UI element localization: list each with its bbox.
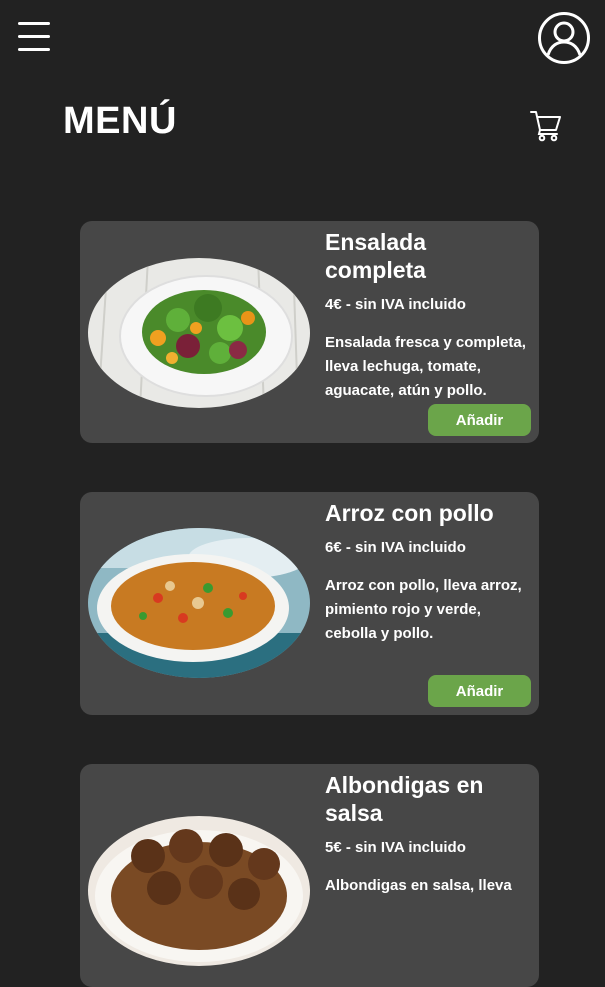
dish-price: 5€ - sin IVA incluido [325, 839, 466, 856]
hamburger-icon[interactable] [18, 22, 50, 54]
dish-card: Arroz con pollo 6€ - sin IVA incluido Ar… [80, 492, 539, 715]
add-button[interactable]: Añadir [428, 404, 531, 436]
meatballs-image [88, 816, 310, 966]
page-title: MENÚ [63, 100, 177, 142]
add-button[interactable]: Añadir [428, 675, 531, 707]
dish-name: Ensalada completa [325, 229, 426, 283]
dish-price: 4€ - sin IVA incluido [325, 296, 466, 313]
user-profile-icon[interactable] [537, 11, 591, 65]
dish-card: Albondigas en salsa 5€ - sin IVA incluid… [80, 764, 539, 987]
dish-name: Albondigas en salsa [325, 772, 484, 826]
dish-description: Albondigas en salsa, lleva [325, 877, 512, 894]
salad-image [88, 258, 310, 408]
dish-name: Arroz con pollo [325, 500, 494, 526]
dish-card: Ensalada completa 4€ - sin IVA incluido … [80, 221, 539, 443]
shopping-cart-icon[interactable] [529, 108, 563, 142]
dish-price: 6€ - sin IVA incluido [325, 539, 466, 556]
dish-description: Arroz con pollo, lleva arroz, pimiento r… [325, 577, 522, 642]
dish-description: Ensalada fresca y completa, lleva lechug… [325, 334, 526, 399]
rice-image [88, 528, 310, 678]
